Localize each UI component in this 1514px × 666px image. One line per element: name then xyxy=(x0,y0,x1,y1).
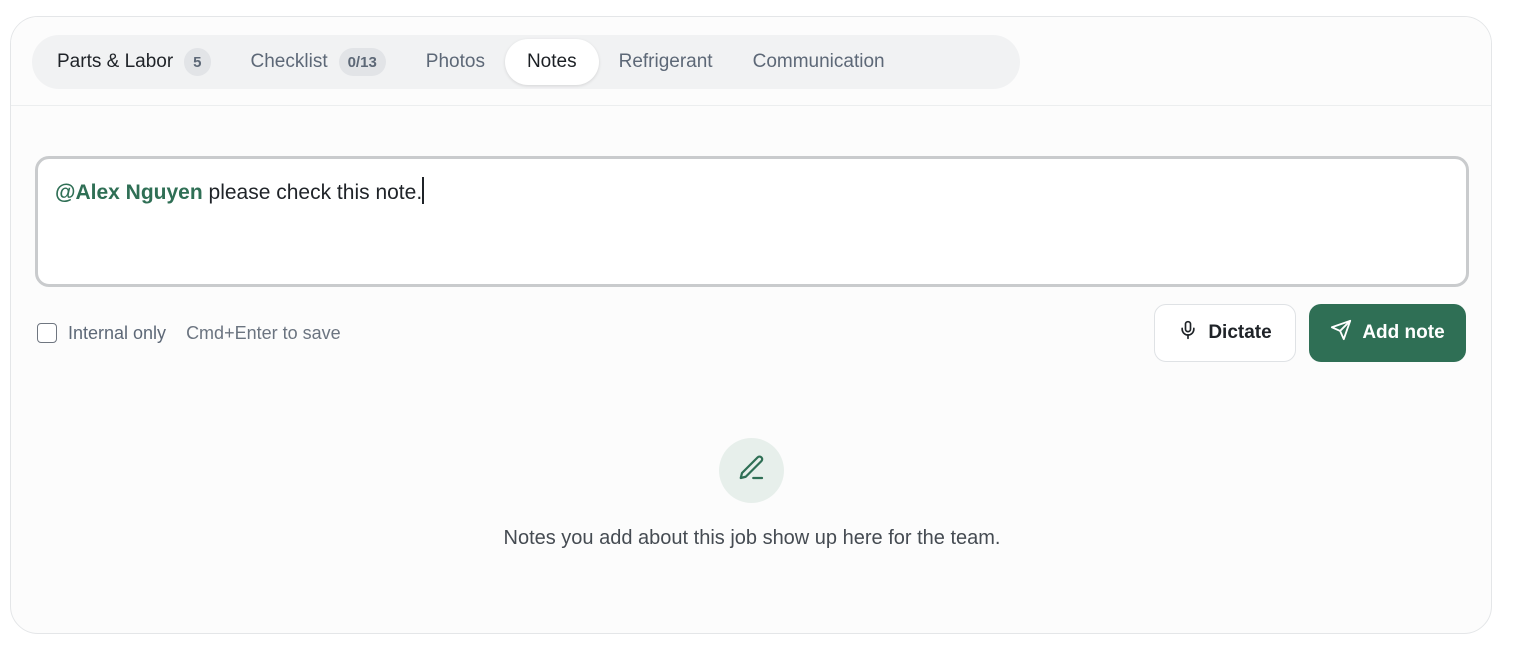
notes-card: Parts & Labor 5 Checklist 0/13 Photos No… xyxy=(10,16,1492,634)
tab-checklist[interactable]: Checklist 0/13 xyxy=(231,39,406,85)
dictate-button[interactable]: Dictate xyxy=(1154,304,1296,362)
text-caret xyxy=(422,177,425,204)
tab-notes[interactable]: Notes xyxy=(504,39,599,85)
send-icon xyxy=(1330,319,1352,347)
tab-parts-labor[interactable]: Parts & Labor 5 xyxy=(38,39,231,85)
card-header: Parts & Labor 5 Checklist 0/13 Photos No… xyxy=(11,17,1491,106)
pencil-icon xyxy=(737,453,767,488)
microphone-icon xyxy=(1178,320,1198,346)
count-badge: 5 xyxy=(184,48,211,76)
mention-tag[interactable]: @Alex Nguyen xyxy=(55,181,203,204)
note-options: Internal only Cmd+Enter to save xyxy=(37,321,341,345)
empty-state-icon xyxy=(719,438,784,503)
add-note-label: Add note xyxy=(1362,322,1445,343)
shortcut-hint: Cmd+Enter to save xyxy=(186,322,341,343)
add-note-button[interactable]: Add note xyxy=(1309,304,1466,362)
tab-bar: Parts & Labor 5 Checklist 0/13 Photos No… xyxy=(32,35,1020,89)
tab-label: Parts & Labor xyxy=(57,51,174,72)
tab-label: Refrigerant xyxy=(618,51,713,72)
tab-label: Communication xyxy=(752,51,885,72)
note-text: please check this note. xyxy=(202,181,423,204)
dictate-label: Dictate xyxy=(1208,322,1272,343)
tab-label: Checklist xyxy=(250,51,328,72)
note-input[interactable]: @Alex Nguyen please check this note. xyxy=(35,156,1469,287)
tab-photos[interactable]: Photos xyxy=(406,39,505,85)
empty-state-message: Notes you add about this job show up her… xyxy=(503,527,1001,549)
tab-label: Notes xyxy=(526,51,577,72)
progress-badge: 0/13 xyxy=(338,48,386,76)
internal-only-label[interactable]: Internal only xyxy=(68,323,166,344)
tab-communication[interactable]: Communication xyxy=(733,39,905,85)
tab-label: Photos xyxy=(425,51,485,72)
internal-only-checkbox[interactable] xyxy=(37,323,57,343)
tab-refrigerant[interactable]: Refrigerant xyxy=(599,39,733,85)
